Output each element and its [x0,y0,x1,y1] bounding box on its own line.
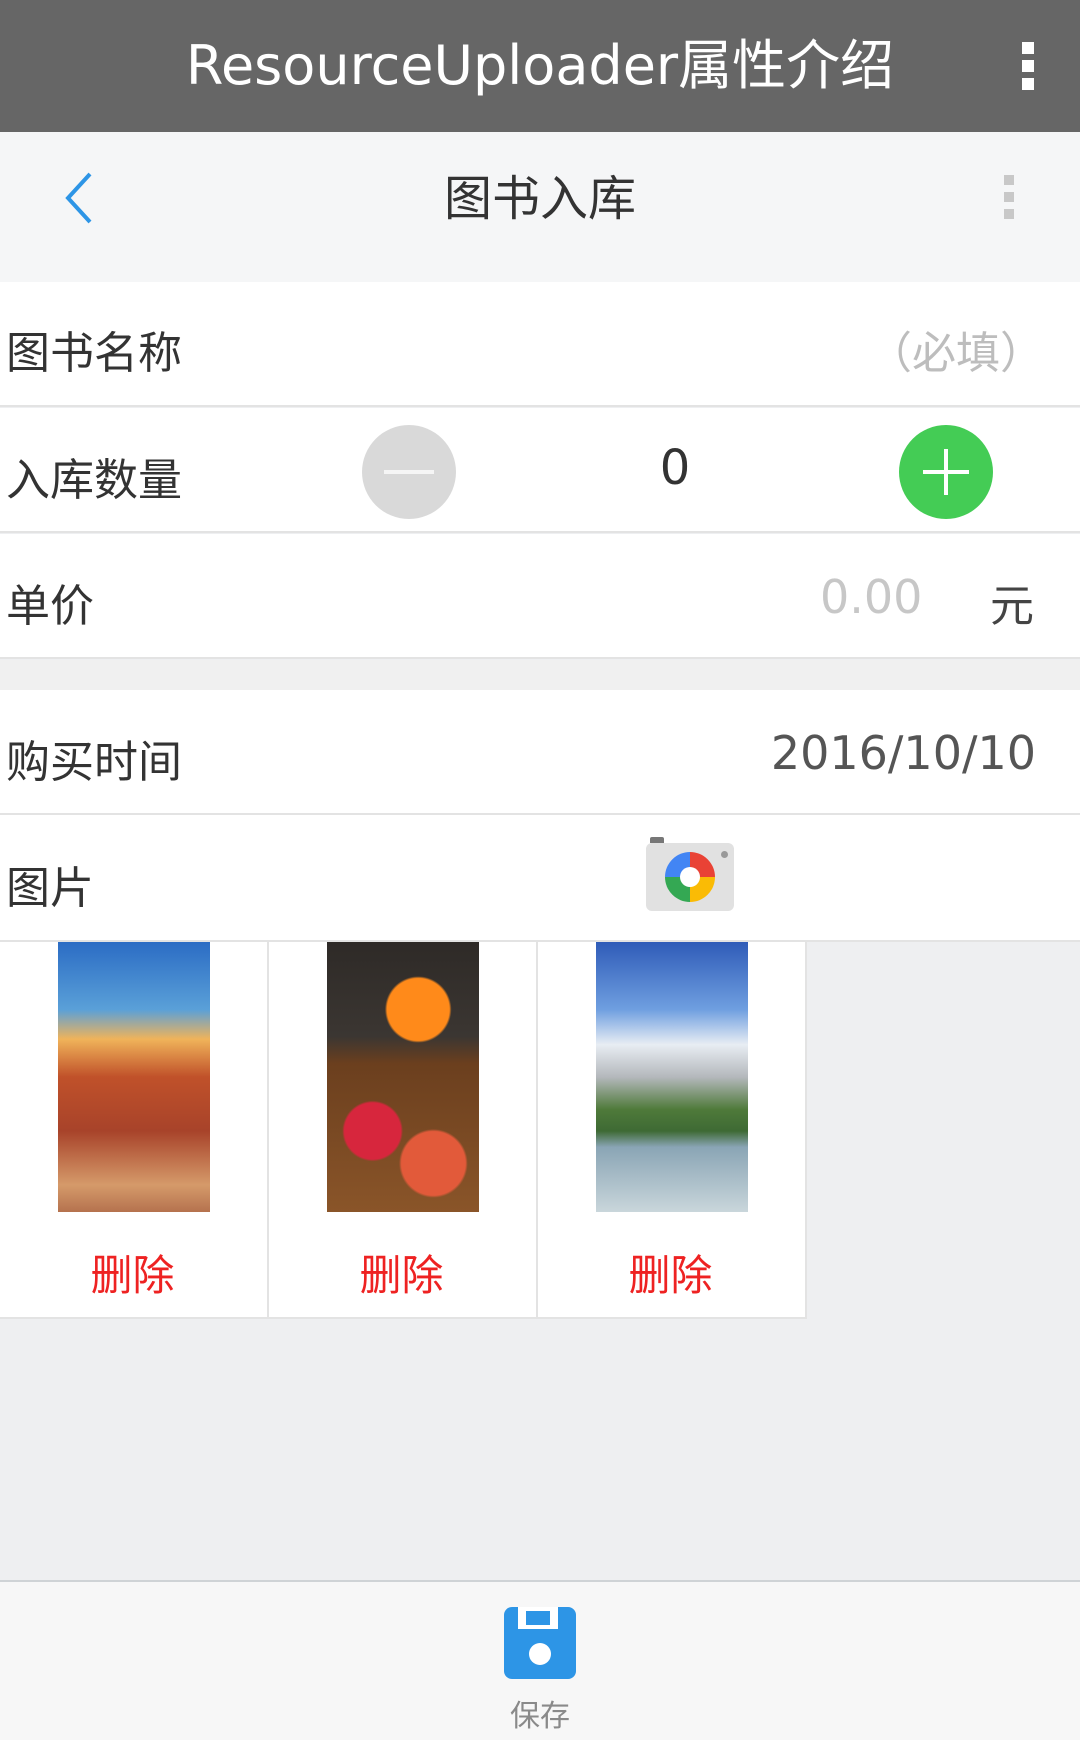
save-button[interactable]: 保存 [480,1605,600,1734]
delete-button[interactable]: 删除 [0,1242,265,1303]
section-divider [0,660,1080,690]
minus-icon[interactable] [362,425,456,519]
page-title: 图书入库 [443,171,636,227]
pictures-row [0,815,1080,942]
app-title: ResourceUploader属性介绍 [185,34,895,97]
delete-button[interactable]: 删除 [269,1242,534,1303]
purchase-date-value[interactable]: 2016/10/10 [771,726,1036,780]
plus-icon[interactable] [899,425,993,519]
more-vertical-icon[interactable] [1004,175,1016,223]
photo-thumbnail[interactable] [58,942,210,1212]
gallery-item: 删除 [538,942,807,1319]
gallery-item: 删除 [0,942,269,1319]
photo-thumbnail[interactable] [327,942,479,1212]
book-name-input[interactable]: （必填） [868,317,1044,381]
quantity-label: 入库数量 [6,455,182,506]
price-input[interactable]: 0.00 [820,570,922,624]
pictures-label: 图片 [6,863,94,914]
quantity-value[interactable]: 0 [640,440,710,496]
camera-icon[interactable] [646,837,734,911]
price-unit: 元 [990,581,1034,632]
purchase-date-label: 购买时间 [6,737,182,788]
more-vertical-icon[interactable] [1022,42,1036,90]
save-label: 保存 [510,1699,570,1734]
photo-thumbnail[interactable] [596,942,748,1212]
price-label: 单价 [6,581,94,632]
delete-button[interactable]: 删除 [538,1242,803,1303]
floppy-disk-icon [504,1607,576,1679]
book-name-label: 图书名称 [6,328,182,379]
gallery-item: 删除 [269,942,538,1319]
